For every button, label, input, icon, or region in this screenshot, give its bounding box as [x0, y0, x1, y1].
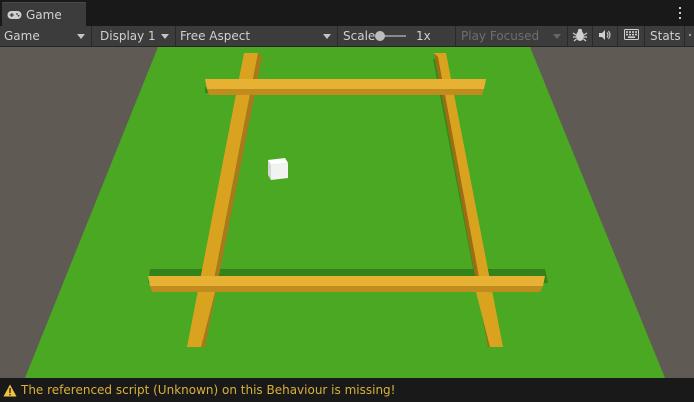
view-mode-label: Game	[4, 29, 40, 43]
view-mode-dropdown[interactable]: Game	[0, 26, 92, 46]
scale-label: Scale	[343, 29, 376, 43]
game-viewport[interactable]	[0, 47, 694, 378]
chevron-down-icon	[553, 34, 561, 39]
console-status-bar[interactable]: The referenced script (Unknown) on this …	[0, 378, 694, 402]
gamepad-icon	[7, 9, 22, 21]
stats-button[interactable]: Stats	[645, 26, 685, 46]
chevron-down-icon	[323, 34, 331, 39]
toolbar-overflow[interactable]	[685, 26, 694, 46]
chevron-down-icon	[77, 34, 85, 39]
aspect-dropdown[interactable]: Free Aspect	[176, 26, 338, 46]
speaker-icon	[598, 29, 612, 44]
overflow-icon	[687, 29, 693, 43]
game-view-toolbar: Game Display 1 Free Aspect Scale 1x Play…	[0, 26, 694, 47]
keyboard-icon	[623, 29, 639, 43]
scale-slider-handle[interactable]	[375, 31, 385, 41]
scale-value: 1x	[416, 29, 431, 43]
play-mode-label: Play Focused	[461, 29, 540, 43]
scene-render	[0, 47, 694, 378]
keyboard-shortcuts-button[interactable]	[618, 26, 645, 46]
warning-icon	[3, 384, 17, 397]
scale-control: Scale 1x	[338, 26, 456, 46]
stats-label: Stats	[650, 29, 681, 43]
mute-audio-button[interactable]	[593, 26, 618, 46]
play-mode-dropdown[interactable]: Play Focused	[456, 26, 568, 46]
display-dropdown[interactable]: Display 1	[92, 26, 176, 46]
tab-game[interactable]: Game	[2, 2, 86, 26]
more-icon[interactable]	[676, 5, 684, 21]
tab-game-label: Game	[26, 7, 62, 22]
display-label: Display 1	[100, 29, 156, 43]
bug-icon	[572, 28, 588, 45]
aspect-label: Free Aspect	[180, 29, 251, 43]
tab-bar: Game	[0, 0, 694, 26]
bug-button[interactable]	[568, 26, 593, 46]
fence-bottom-rail	[148, 276, 545, 286]
chevron-down-icon	[161, 34, 169, 39]
status-message: The referenced script (Unknown) on this …	[21, 383, 396, 397]
fence-top-rail	[205, 79, 486, 89]
